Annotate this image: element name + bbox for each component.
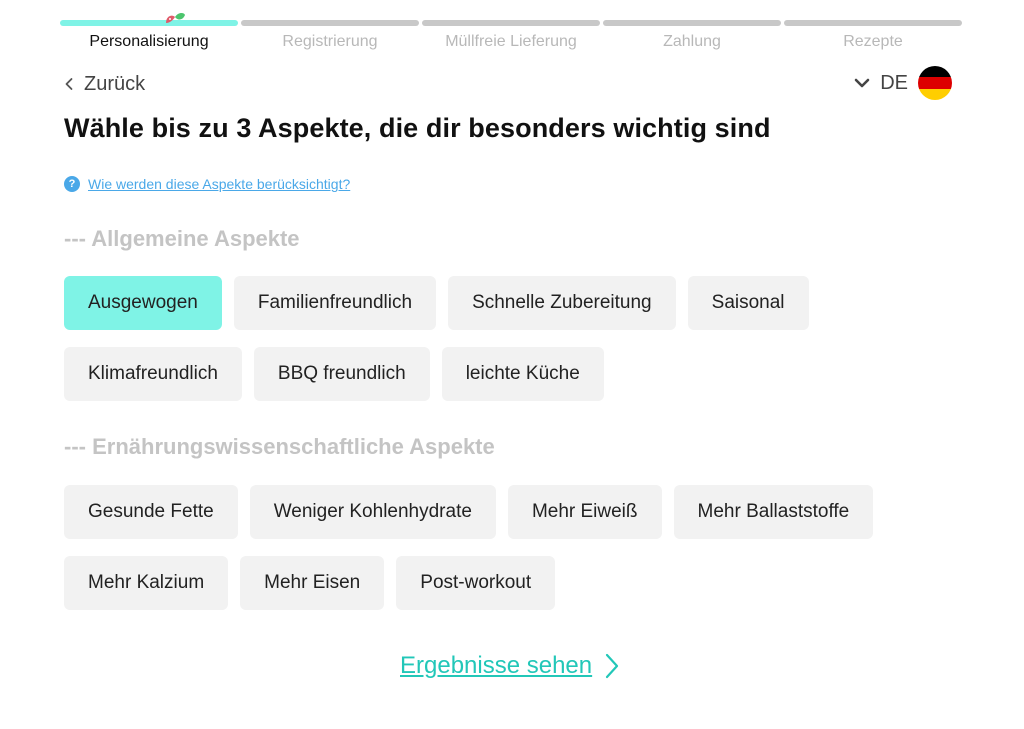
german-flag-icon — [918, 66, 952, 100]
chip-weniger-kohlenhydrate[interactable]: Weniger Kohlenhydrate — [249, 485, 496, 539]
step-bar — [241, 20, 419, 26]
back-label: Zurück — [84, 72, 146, 95]
step-label: Rezepte — [843, 33, 903, 50]
chip-row: Gesunde Fette Weniger Kohlenhydrate Mehr… — [64, 485, 874, 539]
section-title-nutrition: --- Ernährungswissenschaftliche Aspekte — [64, 434, 495, 459]
step-bar — [603, 20, 781, 26]
chip-row: Mehr Kalzium Mehr Eisen Post-workout — [64, 556, 556, 610]
page-title: Wähle bis zu 3 Aspekte, die dir besonder… — [64, 113, 771, 143]
chip-mehr-kalzium[interactable]: Mehr Kalzium — [64, 556, 229, 610]
step-zahlung: Zahlung — [603, 20, 781, 56]
step-bar — [60, 20, 238, 26]
mascot-icon — [166, 12, 185, 23]
chevron-left-icon — [65, 78, 73, 90]
section-title-general: --- Allgemeine Aspekte — [64, 226, 300, 251]
help-link-row: ? Wie werden diese Aspekte berücksichtig… — [64, 176, 350, 192]
chip-familienfreundlich[interactable]: Familienfreundlich — [233, 276, 437, 330]
chip-row: Ausgewogen Familienfreundlich Schnelle Z… — [64, 276, 809, 330]
chip-bbq-freundlich[interactable]: BBQ freundlich — [253, 347, 430, 401]
chip-mehr-eisen[interactable]: Mehr Eisen — [240, 556, 385, 610]
language-selector[interactable]: DE — [854, 64, 952, 102]
chip-klimafreundlich[interactable]: Klimafreundlich — [64, 347, 242, 401]
back-button[interactable]: Zurück — [64, 70, 145, 98]
chip-row: Klimafreundlich BBQ freundlich leichte K… — [64, 347, 604, 401]
chevron-down-icon — [854, 78, 870, 88]
help-link[interactable]: Wie werden diese Aspekte berücksichtigt? — [88, 176, 350, 192]
step-label: Personalisierung — [89, 33, 209, 50]
chevron-right-icon — [606, 653, 619, 679]
question-icon: ? — [64, 176, 80, 192]
step-registrierung: Registrierung — [241, 20, 419, 56]
chip-saisonal[interactable]: Saisonal — [687, 276, 809, 330]
chip-leichte-kueche[interactable]: leichte Küche — [441, 347, 604, 401]
step-label: Registrierung — [282, 33, 378, 50]
language-code: DE — [880, 71, 908, 94]
step-label: Zahlung — [663, 33, 721, 50]
chip-gesunde-fette[interactable]: Gesunde Fette — [64, 485, 238, 539]
progress-stepper: Personalisierung Registrierung Müllfreie… — [60, 12, 962, 56]
chip-post-workout[interactable]: Post-workout — [396, 556, 556, 610]
step-muellfreie-lieferung: Müllfreie Lieferung — [422, 20, 600, 56]
see-results-label: Ergebnisse sehen — [400, 652, 593, 679]
chip-ausgewogen[interactable]: Ausgewogen — [64, 276, 222, 330]
step-bar — [784, 20, 962, 26]
chip-mehr-ballaststoffe[interactable]: Mehr Ballaststoffe — [673, 485, 874, 539]
step-rezepte: Rezepte — [784, 20, 962, 56]
step-personalisierung: Personalisierung — [60, 12, 238, 56]
chip-schnelle-zubereitung[interactable]: Schnelle Zubereitung — [448, 276, 676, 330]
chip-mehr-eiweiss[interactable]: Mehr Eiweiß — [507, 485, 662, 539]
step-label: Müllfreie Lieferung — [445, 33, 577, 50]
step-bar — [422, 20, 600, 26]
see-results-button[interactable]: Ergebnisse sehen — [400, 652, 620, 680]
